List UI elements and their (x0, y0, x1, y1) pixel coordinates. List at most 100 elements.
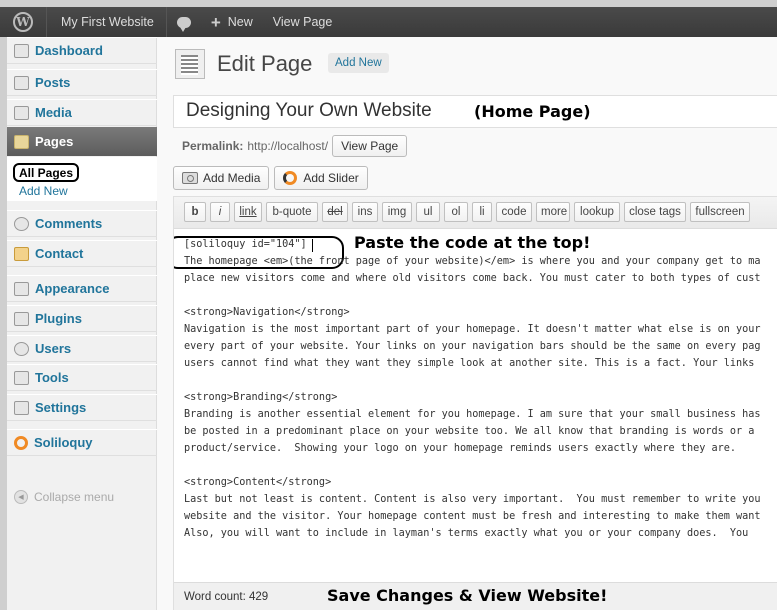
sidebar-item-label: Contact (35, 246, 84, 261)
camera-icon (14, 105, 29, 120)
add-media-label: Add Media (203, 171, 261, 185)
contact-icon (14, 246, 29, 261)
editor-line: Navigation is the most important part of… (184, 324, 761, 335)
sidebar-item-label: Dashboard (35, 43, 103, 58)
add-media-button[interactable]: Add Media (173, 166, 270, 190)
sidebar-item-comments[interactable]: Comments (7, 210, 157, 237)
quicktag-button[interactable]: lookup (574, 202, 620, 222)
sidebar-item-contact[interactable]: Contact (7, 240, 157, 267)
sidebar-subitem-add-new[interactable]: Add New (19, 184, 68, 198)
settings-icon (14, 400, 29, 415)
sidebar-item-label: Comments (35, 216, 103, 231)
pages-submenu: All Pages Add New (7, 157, 157, 201)
quicktag-button[interactable]: img (382, 202, 412, 222)
sidebar-item-appearance[interactable]: Appearance (7, 275, 157, 302)
comment-bubble-icon (176, 16, 191, 32)
users-icon (14, 341, 29, 356)
quicktag-button[interactable]: ins (352, 202, 378, 222)
admin-sidebar: Dashboard Posts Media Pages All Pages Ad… (7, 37, 165, 610)
tools-icon (14, 370, 29, 385)
pin-icon (14, 75, 29, 90)
sidebar-item-settings[interactable]: Settings (7, 394, 157, 421)
quicktag-button[interactable]: ul (416, 202, 440, 222)
quicktag-button[interactable]: close tags (624, 202, 686, 222)
media-camera-icon (182, 172, 198, 184)
new-label: New (227, 15, 253, 29)
annotation-save-changes: Save Changes & View Website! (327, 586, 608, 605)
sidebar-item-media[interactable]: Media (7, 99, 157, 126)
editor-line: <strong>Navigation</strong> (184, 307, 350, 318)
text-editor: b i link b-quote del ins img ul ol li co… (173, 196, 777, 610)
editor-line: users cannot find what they want they si… (184, 358, 755, 369)
collapse-menu-label: Collapse menu (34, 490, 115, 504)
editor-line: place new visitors come and where old vi… (184, 273, 761, 284)
quicktag-button[interactable]: code (496, 202, 532, 222)
quicktag-button[interactable]: ol (444, 202, 468, 222)
sidebar-item-users[interactable]: Users (7, 335, 157, 362)
content-textarea[interactable]: [soliloquy id="104"] Paste the code at t… (174, 230, 777, 582)
plus-icon: + (210, 12, 221, 32)
sidebar-item-label: Plugins (35, 311, 82, 326)
comment-icon (14, 216, 29, 231)
sidebar-item-soliloquy[interactable]: Soliloquy (7, 429, 157, 456)
permalink-label: Permalink: (182, 139, 244, 153)
annotation-home-page: (Home Page) (474, 102, 591, 121)
comments-button[interactable] (167, 7, 201, 37)
post-title-value: Designing Your Own Website (186, 100, 432, 121)
new-content-button[interactable]: + New (201, 7, 263, 37)
screenshot-frame: W My First Website + New View Page Dashb… (0, 0, 777, 610)
view-page-link[interactable]: View Page (263, 7, 343, 37)
quicktag-button[interactable]: del (322, 202, 348, 222)
sidebar-item-posts[interactable]: Posts (7, 69, 157, 96)
sidebar-item-label: Users (35, 341, 72, 356)
editor-line: <strong>Branding</strong> (184, 392, 338, 403)
post-title-input[interactable]: Designing Your Own Website (Home Page) (173, 95, 777, 128)
collapse-arrow-icon: ◀ (14, 490, 28, 504)
quicktag-button[interactable]: b-quote (266, 202, 318, 222)
view-page-button[interactable]: View Page (332, 135, 408, 157)
sidebar-item-tools[interactable]: Tools (7, 364, 157, 391)
editor-line: every part of your website. Your links o… (184, 341, 761, 352)
quicktag-button[interactable]: fullscreen (690, 202, 750, 222)
quicktag-button[interactable]: link (234, 202, 262, 222)
editor-line: <strong>Content</strong> (184, 477, 332, 488)
add-slider-label: Add Slider (303, 171, 359, 185)
editor-line: website and the visitor. Your homepage c… (184, 511, 761, 522)
collapse-menu-button[interactable]: ◀ Collapse menu (14, 490, 114, 504)
page-edit-icon (175, 49, 205, 79)
main-content: Edit Page Add New Designing Your Own Web… (157, 37, 777, 610)
quicktags-toolbar: b i link b-quote del ins img ul ol li co… (174, 197, 777, 229)
quicktag-button[interactable]: li (472, 202, 492, 222)
sidebar-subitem-all-pages[interactable]: All Pages (13, 163, 80, 182)
quicktag-button[interactable]: i (210, 202, 230, 222)
plug-icon (14, 311, 29, 326)
editor-line: Last but not least is content. Content i… (184, 494, 761, 505)
editor-line: Branding is another essential element fo… (184, 409, 761, 420)
sidebar-item-plugins[interactable]: Plugins (7, 305, 157, 332)
media-buttons: Add Media Add Slider (173, 166, 373, 190)
add-slider-button[interactable]: Add Slider (274, 166, 368, 190)
add-new-page-button[interactable]: Add New (328, 53, 389, 73)
quicktag-button[interactable]: b (184, 202, 206, 222)
sidebar-item-label: Appearance (35, 281, 110, 296)
sidebar-item-pages[interactable]: Pages (7, 127, 165, 156)
editor-line: product/service. Showing your logo on yo… (184, 443, 737, 454)
permalink-row: Permalink: http://localhost/ View Page (182, 135, 408, 157)
quicktag-button[interactable]: more (536, 202, 570, 222)
sidebar-item-dashboard[interactable]: Dashboard (7, 37, 157, 64)
appearance-icon (14, 281, 29, 296)
soliloquy-icon (14, 435, 28, 450)
editor-line: Also, you will want to include in layman… (184, 528, 749, 539)
page-icon (14, 134, 29, 149)
site-name-link[interactable]: My First Website (47, 7, 166, 37)
text-cursor (312, 239, 313, 252)
home-icon (14, 43, 29, 58)
sidebar-item-label: Soliloquy (34, 435, 93, 450)
editor-status-bar: Word count: 429 Save Changes & View Webs… (174, 582, 777, 610)
page-title: Edit Page (217, 51, 313, 76)
permalink-url[interactable]: http://localhost/ (247, 139, 328, 153)
sidebar-item-label: Settings (35, 400, 87, 415)
annotation-paste-code: Paste the code at the top! (354, 233, 591, 252)
shortcode-text: [soliloquy id="104"] (184, 239, 307, 250)
wordpress-logo-button[interactable]: W (0, 7, 46, 37)
